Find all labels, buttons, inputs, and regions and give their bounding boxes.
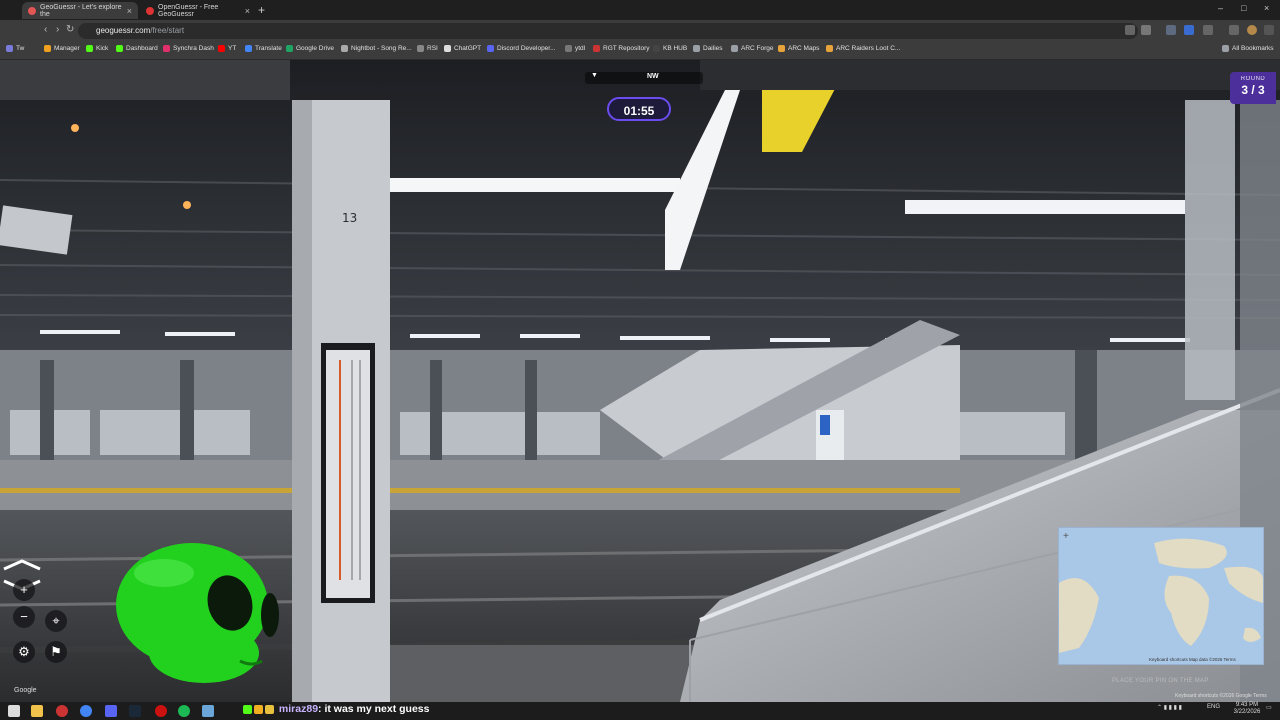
chat-username: miraz89 (278, 703, 319, 715)
openguessr-favicon-icon (146, 6, 154, 15)
google-watermark: Google (14, 687, 37, 694)
bookmark-item[interactable]: Discord Developer... (487, 45, 556, 52)
reload-icon[interactable]: ↻ (66, 24, 74, 35)
settings-gear-icon[interactable]: ⚙ (13, 641, 35, 663)
start-menu-icon[interactable] (8, 705, 20, 717)
platform-number: 13 (342, 211, 357, 225)
bookmark-star-icon[interactable] (1141, 25, 1151, 35)
bookmark-item[interactable]: ytdl (565, 45, 585, 52)
clock-time: 9:43 PM (1235, 702, 1259, 708)
geoguessr-favicon-icon (28, 6, 36, 15)
keyboard-shortcuts-footer: Keyboard shortcuts ©2026 Google Terms (1175, 693, 1267, 699)
minimize-icon[interactable]: – (1218, 3, 1223, 13)
bookmark-item[interactable]: ARC Maps (778, 45, 819, 52)
url-path: /free/start (150, 26, 185, 35)
bookmark-folder[interactable]: ARC Forge (731, 45, 774, 52)
clock[interactable]: 9:43 PM 3/22/2026 (1230, 702, 1264, 716)
stream-chat-overlay: miraz89: it was my next guess (243, 703, 430, 715)
bookmark-item[interactable]: Kick (86, 45, 108, 52)
profile-avatar[interactable] (1247, 25, 1257, 35)
forward-icon[interactable]: › (56, 24, 59, 35)
chrome-icon[interactable] (80, 705, 92, 717)
bookmark-item[interactable]: ChatGPT (444, 45, 481, 52)
bookmark-item[interactable]: Google Drive (286, 45, 334, 52)
language-indicator[interactable]: ENG (1207, 704, 1220, 710)
system-tray-icons[interactable]: ⌃ ▮ ▮ ▮ ▮ (1157, 704, 1182, 711)
app-icon[interactable] (202, 705, 214, 717)
tab-openguessr[interactable]: OpenGuessr - Free GeoGuessr × (140, 2, 256, 19)
emote-badge-icon (265, 704, 274, 714)
street-view-panorama[interactable]: 13 ▼ NW 01:55 ROUND 3 / 3 + − ⌖ ⚙ ⚑ Goog… (0, 60, 1280, 702)
report-flag-icon[interactable]: ⚑ (45, 641, 67, 663)
close-tab-icon[interactable]: × (245, 6, 250, 16)
bookmark-item[interactable]: KB HUB (653, 45, 687, 52)
world-map (1059, 528, 1263, 664)
chat-message: : it was my next guess (318, 703, 430, 715)
tab-geoguessr[interactable]: GeoGuessr - Let's explore the × (22, 2, 138, 19)
extensions-puzzle-icon[interactable] (1203, 25, 1213, 35)
bookmark-item[interactable]: Tw (6, 45, 24, 52)
bookmark-item[interactable]: Manager (44, 45, 80, 52)
app-icon[interactable] (56, 705, 68, 717)
extension-icon[interactable] (1166, 25, 1176, 35)
downloads-icon[interactable] (1229, 25, 1239, 35)
steam-icon[interactable] (129, 705, 141, 717)
url-host: geoguessr.com (96, 26, 151, 35)
browser-toolbar: ‹ › ↻ geoguessr.com/free/start (0, 20, 1280, 42)
bookmark-item[interactable]: ARC Raiders Loot C... (826, 45, 900, 52)
obs-icon[interactable] (155, 705, 167, 717)
address-bar[interactable]: geoguessr.com/free/start (78, 23, 1138, 39)
guess-minimap[interactable]: + Keyboard shortcuts Map data ©2026 Term… (1058, 527, 1264, 665)
alien-emote-overlay (116, 543, 279, 683)
place-pin-hint: PLACE YOUR PIN ON THE MAP (1112, 678, 1209, 684)
spotify-icon[interactable] (178, 705, 190, 717)
bookmark-item[interactable]: Synchra Dash (163, 45, 214, 52)
map-attribution: Keyboard shortcuts Map data ©2026 Terms (1149, 657, 1236, 662)
move-forward-arrow-icon[interactable] (3, 559, 41, 571)
notifications-icon[interactable]: ▭ (1266, 704, 1272, 711)
new-tab-button[interactable]: + (258, 3, 265, 17)
bookmark-item[interactable]: Nightbot - Song Re... (341, 45, 412, 52)
return-to-start-icon[interactable]: ⌖ (45, 610, 67, 632)
bookmark-item[interactable]: RGT Repository (593, 45, 649, 52)
bookmark-item[interactable]: YT (218, 45, 236, 52)
bookmark-item[interactable]: RSI (417, 45, 438, 52)
compass-bar[interactable]: ▼ NW (585, 72, 703, 84)
zoom-in-button[interactable]: + (13, 579, 35, 601)
compass-north-marker-icon: ▼ (591, 72, 598, 79)
round-label: ROUND (1240, 76, 1266, 82)
bookmark-folder[interactable]: Dailies (693, 45, 723, 52)
bookmark-item[interactable]: Translate (245, 45, 282, 52)
sub-badge-icon (254, 704, 263, 714)
bookmarks-bar: Tw Manager Kick Dashboard Synchra Dash Y… (0, 42, 1280, 60)
discord-icon[interactable] (105, 705, 117, 717)
zoom-out-button[interactable]: − (13, 606, 35, 628)
compass-heading: NW (647, 73, 659, 80)
all-bookmarks-folder[interactable]: All Bookmarks (1222, 45, 1274, 52)
close-window-icon[interactable]: × (1264, 3, 1269, 13)
maximize-icon[interactable]: □ (1241, 3, 1246, 13)
round-value: 3 / 3 (1241, 83, 1265, 97)
file-explorer-icon[interactable] (31, 705, 43, 717)
tab-title: GeoGuessr - Let's explore the (40, 3, 122, 18)
install-app-icon[interactable] (1125, 25, 1135, 35)
back-icon[interactable]: ‹ (44, 24, 47, 35)
clock-date: 3/22/2026 (1233, 709, 1261, 715)
windows-taskbar (0, 702, 1280, 720)
menu-icon[interactable] (1264, 25, 1274, 35)
kick-badge-icon (243, 704, 252, 714)
round-timer: 01:55 (607, 97, 671, 121)
browser-tab-strip: GeoGuessr - Let's explore the × OpenGues… (0, 0, 1280, 20)
close-tab-icon[interactable]: × (127, 6, 132, 16)
map-expand-icon[interactable]: + (1063, 531, 1069, 542)
tab-title: OpenGuessr - Free GeoGuessr (158, 3, 219, 18)
round-indicator: ROUND 3 / 3 (1230, 72, 1276, 104)
bookmark-item[interactable]: Dashboard (116, 45, 158, 52)
extension-icon[interactable] (1184, 25, 1194, 35)
